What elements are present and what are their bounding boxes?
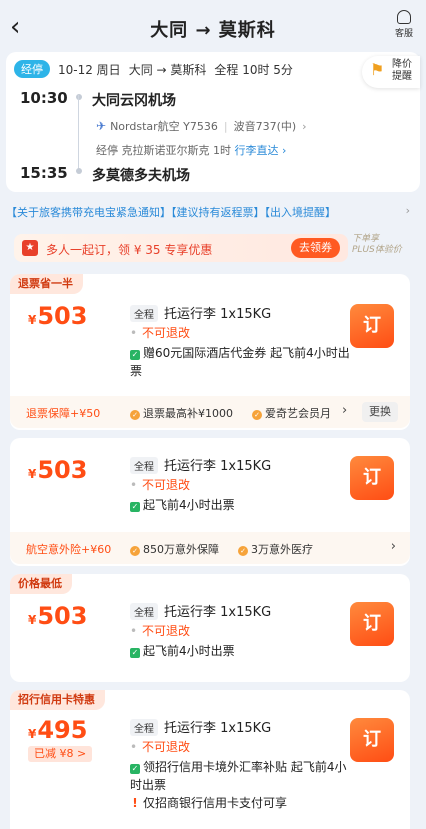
offer-benefit: ✓ 赠60元国际酒店代金券 起飞前4小时出票 [130,346,350,378]
add-on-label: 航空意外险+¥60 [26,543,112,556]
refund-policy: • 不可退改 [130,740,191,754]
transit-text: 经停 克拉斯诺亚尔斯克 1时 [96,144,231,157]
chevron-right-icon: › [405,204,410,217]
add-on-item: ✓ 850万意外保障 [130,541,219,557]
customer-service-label: 客服 [394,29,413,39]
route-line [78,95,79,171]
book-button[interactable]: 订 [350,304,394,348]
price-alert-button[interactable]: ⚑ 降价提醒 [362,56,420,88]
offer-card[interactable]: 价格最低 ¥503 全程 托运行李 1x15KG • 不可退改 ✓ 起飞前4小时出票… [10,574,410,682]
page-title: 大同 → 莫斯科 [150,20,276,41]
headset-icon [397,10,411,24]
baggage-through-link[interactable]: 行李直达 [235,144,279,157]
check-circle-icon: ✓ [130,546,140,556]
offer-price: ¥503 [28,456,88,484]
offer-tag: 价格最低 [10,574,72,594]
add-on-item: ✓ 退票最高补¥1000 [130,405,233,421]
chevron-right-icon[interactable]: › [342,403,347,418]
baggage-allowance: 托运行李 1x15KG [164,721,272,736]
aircraft-type: 波音737(中) [233,120,297,133]
group-promo-banner[interactable]: ★ 多人一起订，领 ¥ 35 专享优惠 去领券 [14,234,348,262]
scope-badge: 全程 [130,305,158,322]
book-button[interactable]: 订 [350,456,394,500]
offer-benefit: ✓ 领招行信用卡境外汇率补贴 起飞前4小时出票 [130,760,347,792]
refund-policy: • 不可退改 [130,326,191,340]
scope-badge: 全程 [130,603,158,620]
airline-logo-icon: ✈ [96,119,107,133]
departure-time: 10:30 [20,89,68,107]
flight-duration: 全程 10时 5分 [214,62,293,77]
change-add-on-button[interactable]: 更换 [362,402,398,422]
offer-card[interactable]: 退票省一半 ¥503 全程 托运行李 1x15KG • 不可退改 ✓ 赠60元国际酒… [10,274,410,430]
offer-price: ¥503 [28,302,88,330]
offer-price: ¥503 [28,602,88,630]
offer-tag: 招行信用卡特惠 [10,690,105,710]
discount-badge[interactable]: 已减 ¥8 > [28,746,93,762]
chevron-right-icon: › [302,119,307,133]
arrival-airport: 多莫德多夫机场 [92,168,190,184]
chevron-right-icon: › [282,144,287,157]
departure-airport: 大同云冈机场 [92,93,176,109]
flight-date: 10-12 周日 [58,62,121,77]
add-on-item: ✓ 爱奇艺会员月 [252,405,331,421]
get-coupon-button[interactable]: 去领券 [291,238,340,258]
airline-flight-number: Nordstar航空 Y7536 [110,120,218,133]
promo-text: 多人一起订，领 ¥ 35 专享优惠 [46,243,213,257]
refund-policy: • 不可退改 [130,478,191,492]
flight-summary-row: 经停 10-12 周日 大同 → 莫斯科 全程 10时 5分 [14,58,301,80]
book-button[interactable]: 订 [350,602,394,646]
scope-badge: 全程 [130,457,158,474]
check-circle-icon: ✓ [130,410,140,420]
alert-icon: ! [132,796,138,810]
transit-info: 经停 克拉斯诺亚尔斯克 1时 行李直达 › [96,142,286,158]
arrival-time: 15:35 [20,164,68,182]
check-icon: ✓ [130,648,140,658]
check-circle-icon: ✓ [238,546,248,556]
add-on-label: 退票保障+¥50 [26,407,101,420]
arrival-dot [76,168,82,174]
check-icon: ✓ [130,502,140,512]
offer-benefit: ✓ 起飞前4小时出票 [130,498,235,512]
departure-dot [76,94,82,100]
book-button[interactable]: 订 [350,718,394,762]
payment-restriction: ! 仅招商银行信用卡支付可享 [130,794,350,812]
price-alert-label: 降价提醒 [392,59,412,82]
scope-badge: 全程 [130,719,158,736]
coupon-icon: ★ [22,240,38,256]
offer-card[interactable]: ¥503 全程 托运行李 1x15KG • 不可退改 ✓ 起飞前4小时出票 订 航空… [10,438,410,566]
plus-price-hint[interactable]: 下单享 PLUS体验价 [352,234,416,256]
baggage-allowance: 托运行李 1x15KG [164,307,272,322]
customer-service-button[interactable]: 客服 [392,10,416,39]
add-on-row[interactable]: 航空意外险+¥60 ✓ 850万意外保障 ✓ 3万意外医疗 › [10,532,410,564]
check-icon: ✓ [130,350,140,360]
check-circle-icon: ✓ [252,410,262,420]
top-bar: ‹ 大同 → 莫斯科 客服 [0,0,426,56]
check-icon: ✓ [130,764,140,774]
add-on-item: ✓ 3万意外医疗 [238,541,313,557]
offer-card[interactable]: 招行信用卡特惠 ¥495 已减 ¥8 > 全程 托运行李 1x15KG • 不可退… [10,690,410,829]
offer-price: ¥495 [28,716,88,744]
bell-icon: ⚑ [370,60,385,79]
stopover-badge: 经停 [14,60,50,78]
notice-bar[interactable]: 【关于旅客携带充电宝紧急通知】【建议持有返程票】【出入境提醒】 › [6,204,420,220]
baggage-allowance: 托运行李 1x15KG [164,605,272,620]
offer-benefit: ✓ 起飞前4小时出票 [130,644,235,658]
plus-line-2: PLUS体验价 [352,245,402,255]
flight-route: 大同 → 莫斯科 [128,62,207,77]
flight-details[interactable]: ✈ Nordstar航空 Y7536 | 波音737(中) › [96,118,307,134]
baggage-allowance: 托运行李 1x15KG [164,459,272,474]
add-on-row[interactable]: 退票保障+¥50 ✓ 退票最高补¥1000 ✓ 爱奇艺会员月 › 更换 [10,396,410,428]
refund-policy: • 不可退改 [130,624,191,638]
chevron-right-icon[interactable]: › [391,539,396,554]
offer-tag: 退票省一半 [10,274,83,294]
plus-line-1: 下单享 [352,234,380,244]
notice-text: 【关于旅客携带充电宝紧急通知】【建议持有返程票】【出入境提醒】 [6,206,336,219]
